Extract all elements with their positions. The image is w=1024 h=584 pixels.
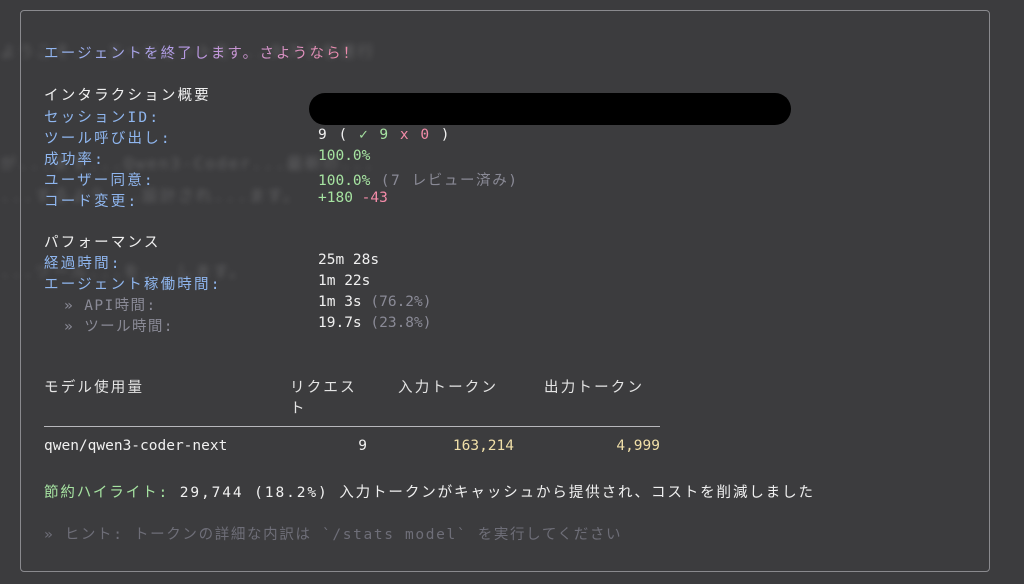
- api-time-value-wrap: 1m 3s (76.2%): [318, 294, 432, 310]
- tool-calls-success: ✓ 9: [358, 127, 390, 143]
- api-time-value: 1m 3s: [318, 294, 362, 310]
- model-requests: 9: [358, 438, 367, 454]
- elapsed-label: 経過時間:: [44, 256, 122, 272]
- session-id-redacted: [309, 93, 791, 125]
- savings-label: 節約ハイライト:: [44, 485, 170, 501]
- api-time-pct: (76.2%): [361, 294, 432, 310]
- tool-calls-close-paren: ): [430, 127, 452, 143]
- user-consent-value-wrap: 100.0% (7 レビュー済み): [318, 169, 519, 190]
- performance-heading: パフォーマンス: [44, 235, 161, 251]
- tool-calls-value: 9 ( ✓ 9 x 0 ): [318, 127, 451, 143]
- model-input-tokens: 163,214: [452, 438, 514, 454]
- header-model-usage: モデル使用量: [44, 380, 145, 396]
- tool-calls-total: 9: [318, 127, 329, 143]
- code-changes-value: +180 -43: [318, 190, 388, 206]
- elapsed-value: 25m 28s: [318, 252, 380, 268]
- tool-time-value-wrap: 19.7s (23.8%): [318, 315, 432, 331]
- summary-heading: インタラクション概要: [44, 88, 211, 104]
- farewell-message: エージェントを終了します。さようなら！: [44, 42, 360, 63]
- header-requests-wrap: ト: [290, 401, 307, 417]
- code-removed: -43: [361, 190, 388, 206]
- tool-time-value: 19.7s: [318, 315, 362, 331]
- user-consent-note: (7 レビュー済み): [370, 173, 519, 189]
- success-rate-label: 成功率:: [44, 152, 106, 168]
- header-output-tokens: 出力トークン: [544, 380, 645, 396]
- table-divider: [44, 426, 660, 427]
- success-rate-value: 100.0%: [318, 148, 371, 164]
- tool-time-label: » ツール時間:: [64, 319, 174, 335]
- savings-highlight: 節約ハイライト: 29,744 (18.2%) 入力トークンがキャッシュから提供…: [44, 481, 815, 502]
- header-input-tokens: 入力トークン: [398, 380, 499, 396]
- model-name: qwen/qwen3-coder-next: [44, 438, 228, 454]
- user-consent-value: 100.0%: [318, 173, 371, 189]
- code-changes-label: コード変更:: [44, 194, 139, 210]
- agent-active-value: 1m 22s: [318, 273, 371, 289]
- model-output-tokens: 4,999: [616, 438, 660, 454]
- tool-calls-label: ツール呼び出し:: [44, 131, 172, 147]
- code-added: +180: [318, 190, 353, 206]
- agent-active-label: エージェント稼働時間:: [44, 277, 222, 293]
- header-requests: リクエス: [290, 380, 357, 396]
- api-time-label: » API時間:: [64, 298, 157, 314]
- savings-text: 29,744 (18.2%) 入力トークンがキャッシュから提供され、コストを削減…: [169, 485, 815, 501]
- session-id-label: セッションID:: [44, 110, 161, 126]
- tool-time-pct: (23.8%): [361, 315, 432, 331]
- tool-calls-open-paren: (: [328, 127, 359, 143]
- tip-message: » ヒント: トークンの詳細な内訳は `/stats model` を実行してく…: [44, 527, 623, 543]
- user-consent-label: ユーザー同意:: [44, 173, 155, 189]
- tool-calls-fail: x 0: [399, 127, 431, 143]
